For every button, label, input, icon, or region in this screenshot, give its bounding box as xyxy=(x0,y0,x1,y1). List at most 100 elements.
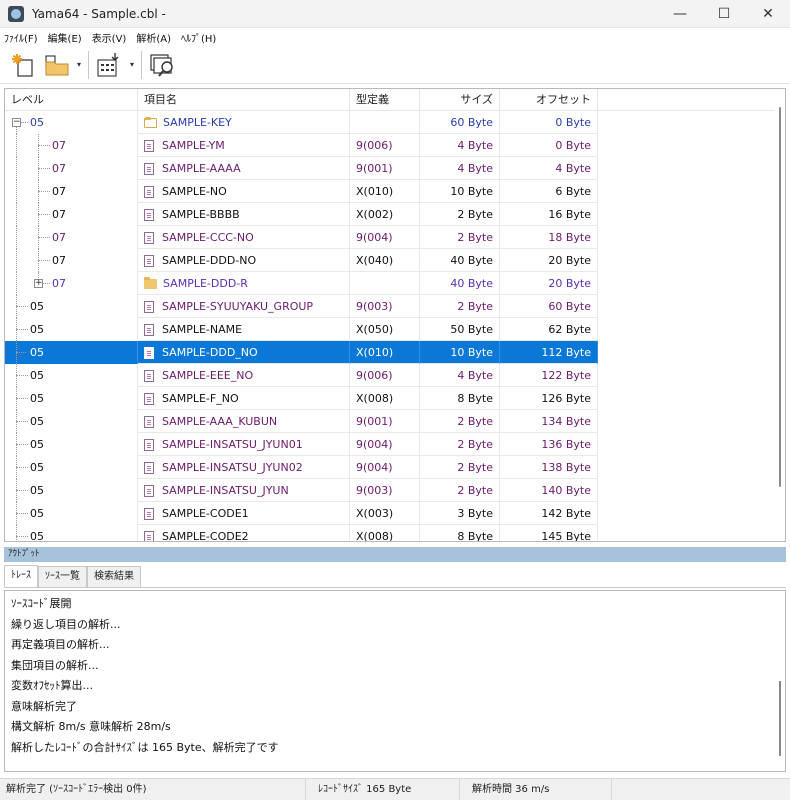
tree-row[interactable]: 05 SAMPLE-NAME X(050) 50 Byte 62 Byte xyxy=(5,318,775,341)
item-name: SAMPLE-INSATSU_JYUN xyxy=(162,484,289,497)
column-header-offset[interactable]: オフセット xyxy=(500,89,598,111)
open-dropdown-icon[interactable]: ▾ xyxy=(74,60,84,69)
item-name: SAMPLE-DDD-NO xyxy=(162,254,257,267)
maximize-button[interactable]: ☐ xyxy=(702,0,746,28)
offset-cell: 20 Byte xyxy=(500,249,598,272)
item-name-cell: SAMPLE-KEY xyxy=(138,111,350,134)
window-controls: — ☐ ✕ xyxy=(658,0,790,28)
column-header-level[interactable]: レベル xyxy=(5,89,138,111)
item-name-cell: SAMPLE-AAA_KUBUN xyxy=(138,410,350,433)
size-cell: 2 Byte xyxy=(420,203,500,226)
column-header-size[interactable]: サイズ xyxy=(420,89,500,111)
offset-cell: 112 Byte xyxy=(500,341,598,364)
item-name-cell: SAMPLE-DDD-NO xyxy=(138,249,350,272)
tree-row[interactable]: +07 SAMPLE-DDD-R 40 Byte 20 Byte xyxy=(5,272,775,295)
item-name-cell: SAMPLE-DDD-R xyxy=(138,272,350,295)
tree-row[interactable]: 05 SAMPLE-CODE2 X(008) 8 Byte 145 Byte xyxy=(5,525,775,541)
menu-edit[interactable]: 編集(E) xyxy=(48,30,82,45)
size-cell: 3 Byte xyxy=(420,502,500,525)
tab-source-list[interactable]: ｿｰｽ一覧 xyxy=(38,566,87,587)
level-number: 07 xyxy=(52,231,66,244)
tree-row[interactable]: 05 SAMPLE-AAA_KUBUN 9(001) 2 Byte 134 Byte xyxy=(5,410,775,433)
field-document-icon xyxy=(144,323,154,336)
tab-search-results[interactable]: 検索結果 xyxy=(87,566,141,587)
tab-trace[interactable]: ﾄﾚｰｽ xyxy=(4,565,38,587)
item-name-cell: SAMPLE-SYUUYAKU_GROUP xyxy=(138,295,350,318)
level-cell: 07 xyxy=(5,157,138,180)
item-name: SAMPLE-KEY xyxy=(163,116,232,129)
close-button[interactable]: ✕ xyxy=(746,0,790,28)
title-bar: Yama64 - Sample.cbl - — ☐ ✕ xyxy=(0,0,790,28)
collapse-icon[interactable]: − xyxy=(12,118,21,127)
expand-icon[interactable]: + xyxy=(34,279,43,288)
tree-row[interactable]: 05 SAMPLE-INSATSU_JYUN02 9(004) 2 Byte 138 B… xyxy=(5,456,775,479)
tree-row[interactable]: 05 SAMPLE-INSATSU_JYUN01 9(004) 2 Byte 136 B… xyxy=(5,433,775,456)
tree-row[interactable]: −05 SAMPLE-KEY 60 Byte 0 Byte xyxy=(5,111,775,134)
grid-body: −05 SAMPLE-KEY 60 Byte 0 Byte 07 SAMPLE-YM 9(0… xyxy=(5,111,775,541)
offset-cell: 0 Byte xyxy=(500,134,598,157)
level-cell: 05 xyxy=(5,341,138,364)
item-name: SAMPLE-CCC-NO xyxy=(162,231,254,244)
scrollbar-thumb[interactable] xyxy=(779,107,781,487)
column-header-name[interactable]: 項目名 xyxy=(138,89,350,111)
search-window-button[interactable] xyxy=(146,49,180,81)
structure-tree-grid[interactable]: レベル 項目名 型定義 サイズ オフセット −05 SAMPLE-KEY 60 By… xyxy=(4,88,786,542)
offset-cell: 20 Byte xyxy=(500,272,598,295)
export-button[interactable] xyxy=(93,49,127,81)
log-line: 再定義項目の解析... xyxy=(11,638,110,651)
menu-view[interactable]: 表示(V) xyxy=(92,30,127,45)
vertical-scrollbar[interactable] xyxy=(775,89,785,541)
log-line: ｿｰｽｺｰﾄﾞ展開 xyxy=(11,597,72,610)
field-document-icon xyxy=(144,415,154,428)
tree-row[interactable]: 07 SAMPLE-BBBB X(002) 2 Byte 16 Byte xyxy=(5,203,775,226)
item-name-cell: SAMPLE-CODE1 xyxy=(138,502,350,525)
item-name: SAMPLE-INSATSU_JYUN02 xyxy=(162,461,303,474)
size-cell: 10 Byte xyxy=(420,341,500,364)
tree-row[interactable]: 05 SAMPLE-F_NO X(008) 8 Byte 126 Byte xyxy=(5,387,775,410)
log-line: 意味解析完了 xyxy=(11,699,77,713)
menu-help[interactable]: ﾍﾙﾌﾟ(H) xyxy=(181,30,216,45)
item-name: SAMPLE-NAME xyxy=(162,323,243,336)
output-pane-header: ｱｳﾄﾌﾟｯﾄ xyxy=(4,547,786,562)
tree-row[interactable]: 05 SAMPLE-EEE_NO 9(006) 4 Byte 122 Byte xyxy=(5,364,775,387)
menu-file[interactable]: ﾌｧｲﾙ(F) xyxy=(4,30,38,45)
tree-row[interactable]: 05 SAMPLE-SYUUYAKU_GROUP 9(003) 2 Byte 60 By… xyxy=(5,295,775,318)
offset-cell: 142 Byte xyxy=(500,502,598,525)
output-log[interactable]: ｿｰｽｺｰﾄﾞ展開 繰り返し項目の解析... 再定義項目の解析... 集団項目の… xyxy=(4,590,786,772)
log-line: 変数ｵﾌｾｯﾄ算出... xyxy=(11,679,93,692)
tree-row[interactable]: 05 SAMPLE-INSATSU_JYUN 9(003) 2 Byte 140 Byt… xyxy=(5,479,775,502)
tree-row[interactable]: 07 SAMPLE-YM 9(006) 4 Byte 0 Byte xyxy=(5,134,775,157)
type-cell xyxy=(350,111,420,134)
output-scrollbar-thumb[interactable] xyxy=(779,681,781,756)
item-name-cell: SAMPLE-DDD_NO xyxy=(138,341,350,364)
field-document-icon xyxy=(144,484,154,497)
minimize-button[interactable]: — xyxy=(658,0,702,28)
column-header-type[interactable]: 型定義 xyxy=(350,89,420,111)
tree-row[interactable]: 07 SAMPLE-CCC-NO 9(004) 2 Byte 18 Byte xyxy=(5,226,775,249)
size-cell: 50 Byte xyxy=(420,318,500,341)
level-cell: 05 xyxy=(5,364,138,387)
type-cell: X(010) xyxy=(350,341,420,364)
tree-row[interactable]: 07 SAMPLE-AAAA 9(001) 4 Byte 4 Byte xyxy=(5,157,775,180)
tree-row[interactable]: 07 SAMPLE-DDD-NO X(040) 40 Byte 20 Byte xyxy=(5,249,775,272)
item-name: SAMPLE-DDD-R xyxy=(163,277,248,290)
level-number: 05 xyxy=(30,323,44,336)
item-name-cell: SAMPLE-AAAA xyxy=(138,157,350,180)
tree-row[interactable]: 05 SAMPLE-CODE1 X(003) 3 Byte 142 Byte xyxy=(5,502,775,525)
item-name-cell: SAMPLE-INSATSU_JYUN xyxy=(138,479,350,502)
output-tabs: ﾄﾚｰｽ ｿｰｽ一覧 検索結果 xyxy=(4,565,786,588)
status-analysis-time: 解析時間 36 m/s xyxy=(460,778,612,800)
tree-row[interactable]: 07 SAMPLE-NO X(010) 10 Byte 6 Byte xyxy=(5,180,775,203)
size-cell: 10 Byte xyxy=(420,180,500,203)
export-dropdown-icon[interactable]: ▾ xyxy=(127,60,137,69)
menu-analyze[interactable]: 解析(A) xyxy=(136,30,171,45)
open-button[interactable] xyxy=(40,49,74,81)
status-record-size: ﾚｺｰﾄﾞｻｲｽﾞ 165 Byte xyxy=(306,778,460,800)
level-cell: +07 xyxy=(5,272,138,295)
log-line: 構文解析 8m/s 意味解析 28m/s xyxy=(11,720,171,733)
level-number: 05 xyxy=(30,392,44,405)
tree-row[interactable]: 05 SAMPLE-DDD_NO X(010) 10 Byte 112 Byte xyxy=(5,341,775,364)
offset-cell: 136 Byte xyxy=(500,433,598,456)
new-file-button[interactable] xyxy=(6,49,40,81)
level-number: 05 xyxy=(30,415,44,428)
